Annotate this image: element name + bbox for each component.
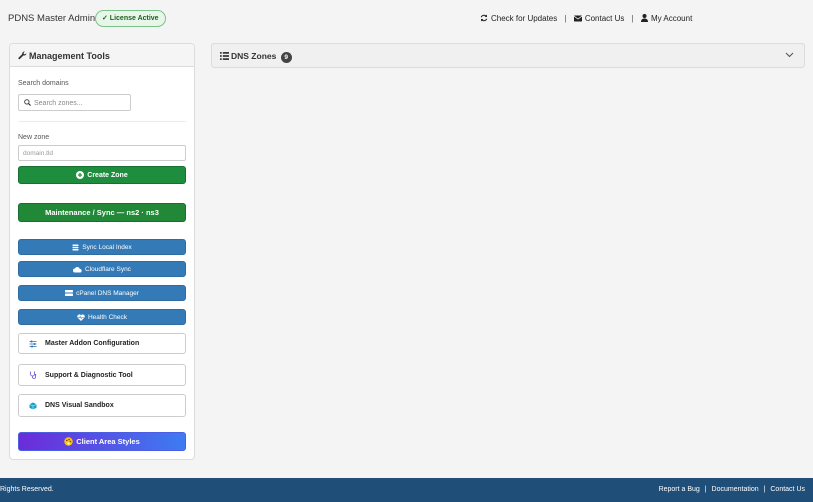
check-updates-link[interactable]: Check for Updates [480, 14, 560, 23]
contact-link[interactable]: Contact Us [573, 14, 627, 23]
link-separator: | [631, 14, 634, 23]
list-icon [220, 52, 229, 60]
divider [18, 121, 186, 122]
footer-separator: | [704, 486, 707, 493]
client-area-styles-button[interactable]: Client Area Styles [18, 432, 186, 451]
addon-configuration-label: Master Addon Configuration [45, 340, 140, 347]
search-input[interactable]: Search zones... [18, 94, 131, 111]
sliders-icon [29, 340, 37, 347]
contact-label: Contact Us [584, 14, 625, 23]
new-zone-label: New zone [18, 134, 50, 141]
refresh-icon [480, 14, 488, 22]
sync-local-index-label: Sync Local Index [82, 243, 132, 251]
cpanel-dns-manager-button[interactable]: cPanel DNS Manager [18, 285, 186, 301]
palette-icon [64, 437, 73, 446]
cpanel-dns-manager-label: cPanel DNS Manager [76, 289, 139, 297]
client-area-styles-label: Client Area Styles [76, 437, 140, 446]
dns-zones-heading: DNS Zones 9 [220, 51, 292, 63]
create-zone-button[interactable]: Create Zone [18, 166, 186, 184]
server-icon [65, 290, 74, 296]
user-icon [640, 14, 648, 22]
dns-zones-panel[interactable]: DNS Zones 9 [211, 43, 805, 68]
support-diagnostic-label: Support & Diagnostic Tool [45, 371, 133, 379]
maintenance-sync-label: Maintenance / Sync — ns2 · ns3 [45, 208, 159, 217]
check-updates-label: Check for Updates [491, 14, 558, 23]
envelope-icon [573, 15, 583, 22]
stethoscope-icon [30, 371, 37, 379]
health-check-button[interactable]: Health Check [18, 309, 186, 325]
app-title: PDNS Master Admin [8, 13, 96, 24]
health-check-label: Health Check [87, 313, 128, 321]
footer-copyright: Rights Reserved. [0, 486, 54, 493]
database-icon [72, 244, 79, 250]
search-icon [24, 99, 31, 106]
report-bug-link[interactable]: Report a Bug [659, 486, 700, 493]
chevron-down-icon[interactable] [785, 52, 794, 58]
footer-separator: | [763, 486, 766, 493]
documentation-link[interactable]: Documentation [712, 486, 759, 493]
footer: Rights Reserved. Report a Bug | Document… [0, 478, 813, 502]
footer-links: Report a Bug | Documentation | Contact U… [659, 486, 805, 493]
my-account-link[interactable]: My Account [640, 14, 693, 23]
addon-configuration-button[interactable]: Master Addon Configuration [18, 333, 186, 354]
sync-local-index-button[interactable]: Sync Local Index [18, 239, 186, 255]
heartbeat-icon [77, 313, 85, 321]
new-zone-placeholder: domain.tld [23, 150, 53, 157]
search-placeholder: Search zones... [34, 100, 83, 107]
cube-icon [29, 402, 37, 409]
dns-visual-sandbox-button[interactable]: DNS Visual Sandbox [18, 394, 186, 417]
wrench-icon [18, 51, 27, 60]
link-separator: | [564, 14, 567, 23]
panel-header: Management Tools [10, 44, 194, 67]
cloudflare-sync-button[interactable]: Cloudflare Sync [18, 261, 186, 277]
top-bar: PDNS Master Admin ✓ License Active Check… [0, 0, 813, 38]
my-account-label: My Account [650, 14, 693, 23]
zones-count-badge: 9 [280, 52, 292, 63]
license-status-badge: ✓ License Active [95, 10, 166, 27]
cloudflare-sync-label: Cloudflare Sync [85, 265, 131, 273]
plus-circle-icon [76, 171, 85, 179]
top-links: Check for Updates | Contact Us | My Acco… [480, 14, 692, 23]
dns-zones-title: DNS Zones [231, 51, 277, 61]
create-zone-label: Create Zone [87, 171, 128, 179]
support-diagnostic-button[interactable]: Support & Diagnostic Tool [18, 364, 186, 386]
cloud-icon [73, 266, 82, 272]
panel-title: Management Tools [29, 51, 110, 61]
management-tools-panel: Management Tools Search domains Search z… [9, 43, 195, 460]
maintenance-sync-button[interactable]: Maintenance / Sync — ns2 · ns3 [18, 203, 186, 222]
new-zone-input[interactable]: domain.tld [18, 145, 186, 161]
footer-contact-link[interactable]: Contact Us [770, 486, 805, 493]
search-label: Search domains [18, 80, 69, 87]
dns-visual-sandbox-label: DNS Visual Sandbox [45, 402, 114, 409]
